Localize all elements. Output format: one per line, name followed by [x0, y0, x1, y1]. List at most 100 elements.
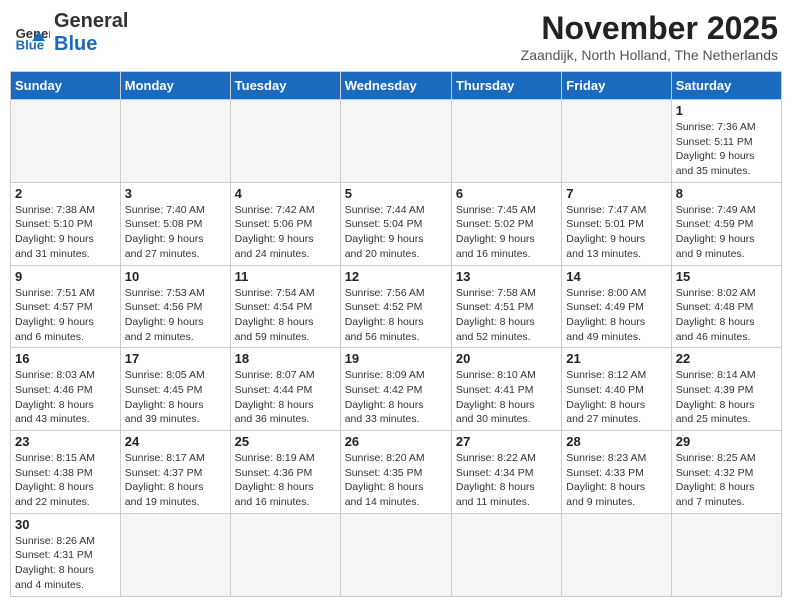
day-number: 6: [456, 186, 557, 201]
day-number: 21: [566, 351, 666, 366]
day-info: Sunrise: 7:47 AM Sunset: 5:01 PM Dayligh…: [566, 203, 666, 262]
calendar-day-cell: 2 Sunrise: 7:38 AM Sunset: 5:10 PM Daylig…: [11, 182, 121, 265]
day-number: 23: [15, 434, 116, 449]
day-info: Sunrise: 8:25 AM Sunset: 4:32 PM Dayligh…: [676, 451, 777, 510]
calendar-day-cell: [230, 513, 340, 596]
day-info: Sunrise: 7:38 AM Sunset: 5:10 PM Dayligh…: [15, 203, 116, 262]
day-number: 16: [15, 351, 116, 366]
calendar-day-cell: 10Sunrise: 7:53 AM Sunset: 4:56 PM Dayli…: [120, 265, 230, 348]
day-number: 24: [125, 434, 226, 449]
calendar-table: SundayMondayTuesdayWednesdayThursdayFrid…: [10, 71, 782, 597]
calendar-day-cell: 18Sunrise: 8:07 AM Sunset: 4:44 PM Dayli…: [230, 348, 340, 431]
day-info: Sunrise: 8:00 AM Sunset: 4:49 PM Dayligh…: [566, 286, 666, 345]
day-info: Sunrise: 8:14 AM Sunset: 4:39 PM Dayligh…: [676, 368, 777, 427]
calendar-day-cell: 15Sunrise: 8:02 AM Sunset: 4:48 PM Dayli…: [671, 265, 781, 348]
calendar-day-cell: 5 Sunrise: 7:44 AM Sunset: 5:04 PM Daylig…: [340, 182, 451, 265]
day-number: 17: [125, 351, 226, 366]
day-number: 12: [345, 269, 447, 284]
svg-text:Blue: Blue: [16, 37, 44, 51]
day-number: 26: [345, 434, 447, 449]
day-number: 18: [235, 351, 336, 366]
calendar-header-sunday: Sunday: [11, 72, 121, 100]
day-info: Sunrise: 8:09 AM Sunset: 4:42 PM Dayligh…: [345, 368, 447, 427]
day-number: 11: [235, 269, 336, 284]
day-info: Sunrise: 7:51 AM Sunset: 4:57 PM Dayligh…: [15, 286, 116, 345]
calendar-day-cell: 19 Sunrise: 8:09 AM Sunset: 4:42 PM Dayli…: [340, 348, 451, 431]
day-info: Sunrise: 8:19 AM Sunset: 4:36 PM Dayligh…: [235, 451, 336, 510]
day-number: 4: [235, 186, 336, 201]
calendar-day-cell: [451, 513, 561, 596]
day-info: Sunrise: 7:54 AM Sunset: 4:54 PM Dayligh…: [235, 286, 336, 345]
day-info: Sunrise: 8:26 AM Sunset: 4:31 PM Dayligh…: [15, 534, 116, 593]
calendar-week-row: 2 Sunrise: 7:38 AM Sunset: 5:10 PM Daylig…: [11, 182, 782, 265]
calendar-day-cell: 11 Sunrise: 7:54 AM Sunset: 4:54 PM Dayli…: [230, 265, 340, 348]
logo-blue-text: Blue: [54, 33, 128, 56]
day-info: Sunrise: 8:12 AM Sunset: 4:40 PM Dayligh…: [566, 368, 666, 427]
day-info: Sunrise: 8:10 AM Sunset: 4:41 PM Dayligh…: [456, 368, 557, 427]
day-info: Sunrise: 8:17 AM Sunset: 4:37 PM Dayligh…: [125, 451, 226, 510]
calendar-week-row: 9 Sunrise: 7:51 AM Sunset: 4:57 PM Daylig…: [11, 265, 782, 348]
day-info: Sunrise: 8:22 AM Sunset: 4:34 PM Dayligh…: [456, 451, 557, 510]
calendar-header-thursday: Thursday: [451, 72, 561, 100]
day-info: Sunrise: 8:02 AM Sunset: 4:48 PM Dayligh…: [676, 286, 777, 345]
calendar-day-cell: 23Sunrise: 8:15 AM Sunset: 4:38 PM Dayli…: [11, 431, 121, 514]
day-info: Sunrise: 8:23 AM Sunset: 4:33 PM Dayligh…: [566, 451, 666, 510]
day-number: 1: [676, 103, 777, 118]
calendar-day-cell: 27 Sunrise: 8:22 AM Sunset: 4:34 PM Dayli…: [451, 431, 561, 514]
calendar-day-cell: [451, 100, 561, 183]
day-number: 14: [566, 269, 666, 284]
calendar-day-cell: [230, 100, 340, 183]
day-info: Sunrise: 7:56 AM Sunset: 4:52 PM Dayligh…: [345, 286, 447, 345]
calendar-day-cell: 6 Sunrise: 7:45 AM Sunset: 5:02 PM Daylig…: [451, 182, 561, 265]
calendar-day-cell: 16 Sunrise: 8:03 AM Sunset: 4:46 PM Dayli…: [11, 348, 121, 431]
logo-icon: General Blue: [14, 15, 50, 51]
calendar-week-row: 23Sunrise: 8:15 AM Sunset: 4:38 PM Dayli…: [11, 431, 782, 514]
calendar-day-cell: [120, 513, 230, 596]
day-info: Sunrise: 7:36 AM Sunset: 5:11 PM Dayligh…: [676, 120, 777, 179]
calendar-day-cell: 20 Sunrise: 8:10 AM Sunset: 4:41 PM Dayli…: [451, 348, 561, 431]
day-info: Sunrise: 8:20 AM Sunset: 4:35 PM Dayligh…: [345, 451, 447, 510]
day-info: Sunrise: 7:45 AM Sunset: 5:02 PM Dayligh…: [456, 203, 557, 262]
day-number: 9: [15, 269, 116, 284]
day-number: 8: [676, 186, 777, 201]
calendar-day-cell: [671, 513, 781, 596]
calendar-week-row: 1 Sunrise: 7:36 AM Sunset: 5:11 PM Daylig…: [11, 100, 782, 183]
day-number: 7: [566, 186, 666, 201]
day-number: 20: [456, 351, 557, 366]
calendar-day-cell: [11, 100, 121, 183]
calendar-day-cell: 3Sunrise: 7:40 AM Sunset: 5:08 PM Daylig…: [120, 182, 230, 265]
calendar-day-cell: [562, 513, 671, 596]
calendar-day-cell: 22Sunrise: 8:14 AM Sunset: 4:39 PM Dayli…: [671, 348, 781, 431]
day-number: 27: [456, 434, 557, 449]
calendar-day-cell: 14 Sunrise: 8:00 AM Sunset: 4:49 PM Dayli…: [562, 265, 671, 348]
day-info: Sunrise: 7:49 AM Sunset: 4:59 PM Dayligh…: [676, 203, 777, 262]
day-number: 19: [345, 351, 447, 366]
logo-general-text: General: [54, 10, 128, 33]
day-number: 2: [15, 186, 116, 201]
calendar-header-friday: Friday: [562, 72, 671, 100]
month-title: November 2025: [521, 10, 778, 47]
calendar-header-saturday: Saturday: [671, 72, 781, 100]
calendar-day-cell: 29Sunrise: 8:25 AM Sunset: 4:32 PM Dayli…: [671, 431, 781, 514]
calendar-day-cell: [120, 100, 230, 183]
page-header: General Blue General Blue November 2025 …: [10, 10, 782, 63]
calendar-day-cell: 4Sunrise: 7:42 AM Sunset: 5:06 PM Daylig…: [230, 182, 340, 265]
day-info: Sunrise: 8:05 AM Sunset: 4:45 PM Dayligh…: [125, 368, 226, 427]
calendar-day-cell: [340, 100, 451, 183]
calendar-week-row: 16 Sunrise: 8:03 AM Sunset: 4:46 PM Dayli…: [11, 348, 782, 431]
day-number: 5: [345, 186, 447, 201]
day-number: 30: [15, 517, 116, 532]
location-text: Zaandijk, North Holland, The Netherlands: [521, 47, 778, 63]
calendar-day-cell: 13Sunrise: 7:58 AM Sunset: 4:51 PM Dayli…: [451, 265, 561, 348]
day-info: Sunrise: 7:44 AM Sunset: 5:04 PM Dayligh…: [345, 203, 447, 262]
calendar-day-cell: [340, 513, 451, 596]
day-number: 10: [125, 269, 226, 284]
calendar-day-cell: 21 Sunrise: 8:12 AM Sunset: 4:40 PM Dayli…: [562, 348, 671, 431]
day-number: 13: [456, 269, 557, 284]
calendar-day-cell: 17 Sunrise: 8:05 AM Sunset: 4:45 PM Dayli…: [120, 348, 230, 431]
day-number: 28: [566, 434, 666, 449]
calendar-day-cell: 25Sunrise: 8:19 AM Sunset: 4:36 PM Dayli…: [230, 431, 340, 514]
day-info: Sunrise: 8:03 AM Sunset: 4:46 PM Dayligh…: [15, 368, 116, 427]
calendar-header-wednesday: Wednesday: [340, 72, 451, 100]
calendar-week-row: 30 Sunrise: 8:26 AM Sunset: 4:31 PM Dayli…: [11, 513, 782, 596]
